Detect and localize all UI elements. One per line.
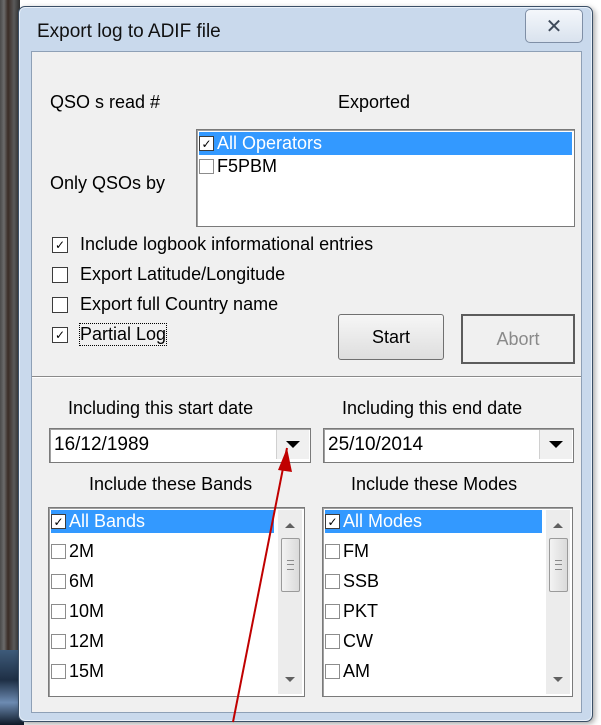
annotation-arrow	[232, 447, 292, 723]
annotation-arrow-head	[278, 448, 292, 472]
annotation-arrow-line	[232, 447, 288, 723]
